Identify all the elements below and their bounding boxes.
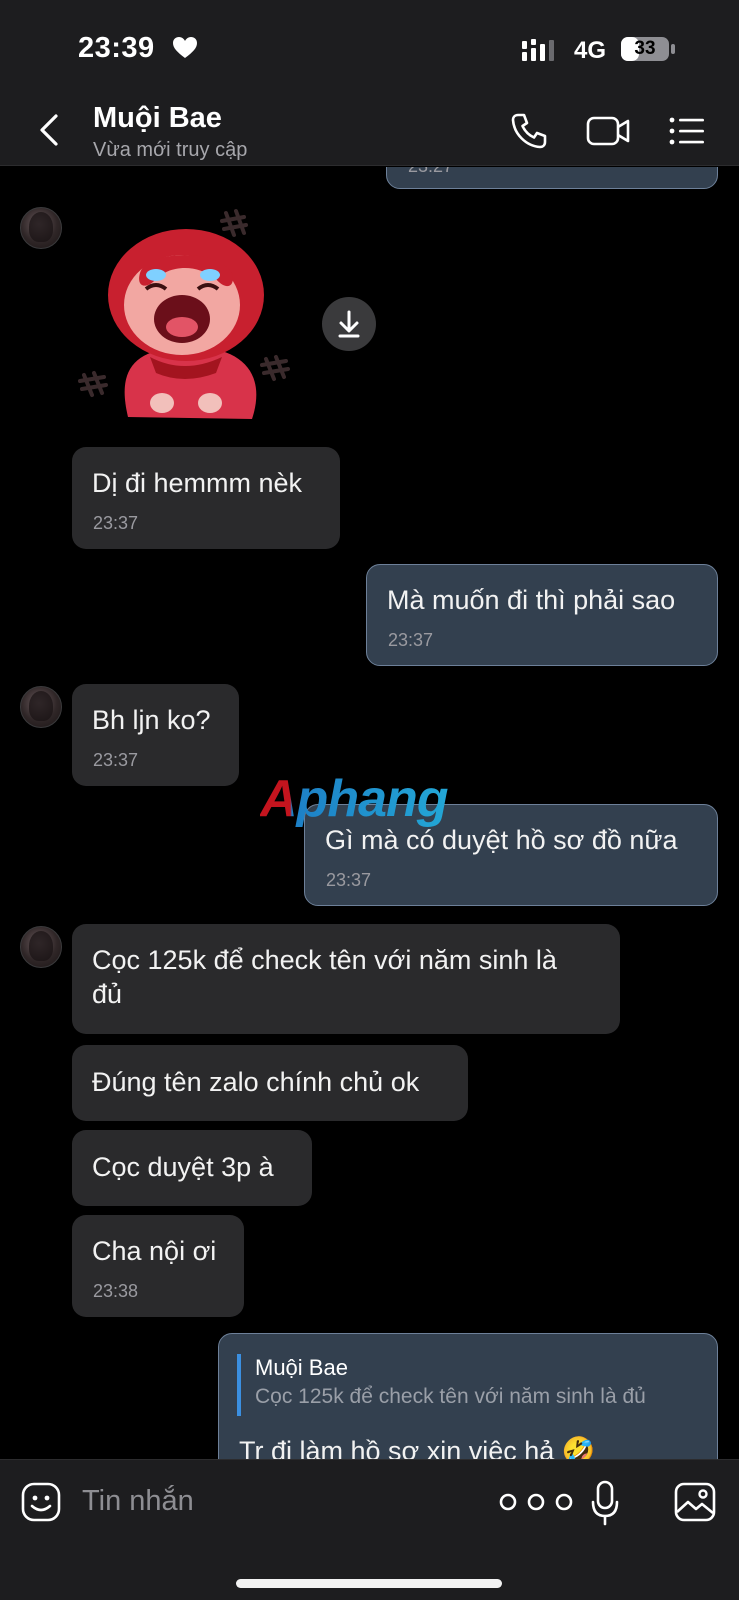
network-type: 4G (574, 37, 607, 64)
avatar[interactable] (20, 926, 62, 968)
message-time: 23:38 (93, 1281, 139, 1301)
message-input-bar: Tin nhắn (0, 1459, 739, 1600)
message-bubble-sent-reply[interactable]: Muội Bae Cọc 125k để check tên với năm s… (218, 1333, 718, 1459)
chat-area[interactable]: 23:27 Dị đi hemmm nèk (0, 167, 739, 1459)
status-bar: 23:39 4G 33 (0, 0, 739, 96)
quote-block[interactable]: Muội Bae Cọc 125k để check tên với năm s… (237, 1354, 697, 1416)
message-bubble-received[interactable]: Bh ljn ko? 23:37 (72, 684, 239, 786)
sticker-image[interactable] (76, 207, 306, 437)
video-icon[interactable] (586, 112, 630, 150)
message-text: Mà muốn đi thì phải sao (387, 585, 676, 615)
message-input[interactable]: Tin nhắn (82, 1485, 194, 1518)
contact-status: Vừa mới truy cập (93, 139, 248, 161)
message-bubble-partial[interactable]: 23:27 (386, 167, 718, 189)
avatar[interactable] (20, 207, 62, 249)
back-icon[interactable] (36, 112, 62, 148)
heart-icon (173, 37, 197, 58)
quote-author: Muội Bae (255, 1355, 348, 1380)
message-bubble-received[interactable]: Cha nội ơi 23:38 (72, 1215, 244, 1317)
image-icon[interactable] (674, 1482, 716, 1522)
download-icon (338, 310, 360, 338)
message-text: Cha nội ơi (92, 1236, 217, 1266)
contact-name[interactable]: Muội Bae (93, 102, 222, 135)
message-time: 23:27 (408, 167, 453, 177)
message-bubble-received[interactable]: Cọc 125k để check tên với năm sinh là đủ (72, 924, 620, 1034)
message-text: Cọc duyệt 3p à (92, 1152, 274, 1182)
message-text: Tr đi làm hồ sơ xin việc hả 🤣 (239, 1436, 596, 1459)
phone-icon[interactable] (510, 112, 548, 150)
message-bubble-received[interactable]: Cọc duyệt 3p à (72, 1130, 312, 1206)
signal-icon (522, 39, 554, 61)
message-bubble-received[interactable]: Đúng tên zalo chính chủ ok (72, 1045, 468, 1121)
message-bubble-sent[interactable]: Mà muốn đi thì phải sao 23:37 (366, 564, 718, 666)
battery-level: 33 (634, 38, 656, 59)
menu-icon[interactable] (668, 112, 706, 150)
message-time: 23:37 (326, 870, 372, 890)
more-icon[interactable] (498, 1492, 574, 1512)
status-time: 23:39 (78, 32, 155, 64)
message-time: 23:37 (93, 513, 139, 533)
battery-indicator: 33 (620, 36, 676, 62)
message-text: Đúng tên zalo chính chủ ok (92, 1067, 420, 1097)
chat-header: Muội Bae Vừa mới truy cập (0, 96, 739, 166)
avatar[interactable] (20, 686, 62, 728)
quote-text: Cọc 125k để check tên với năm sinh là đủ (255, 1385, 646, 1408)
download-button[interactable] (322, 297, 376, 351)
home-indicator[interactable] (236, 1579, 502, 1588)
message-text: Cọc 125k để check tên với năm sinh là (92, 945, 557, 975)
mic-icon[interactable] (590, 1480, 620, 1526)
message-bubble-received[interactable]: Dị đi hemmm nèk 23:37 (72, 447, 340, 549)
sticker-icon[interactable] (21, 1482, 61, 1522)
message-text: Bh ljn ko? (92, 705, 211, 735)
message-time: 23:37 (93, 750, 139, 770)
watermark: Aphang (260, 770, 449, 828)
message-time: 23:37 (388, 630, 434, 650)
message-text: đủ (92, 979, 123, 1009)
message-text: Dị đi hemmm nèk (92, 468, 303, 498)
